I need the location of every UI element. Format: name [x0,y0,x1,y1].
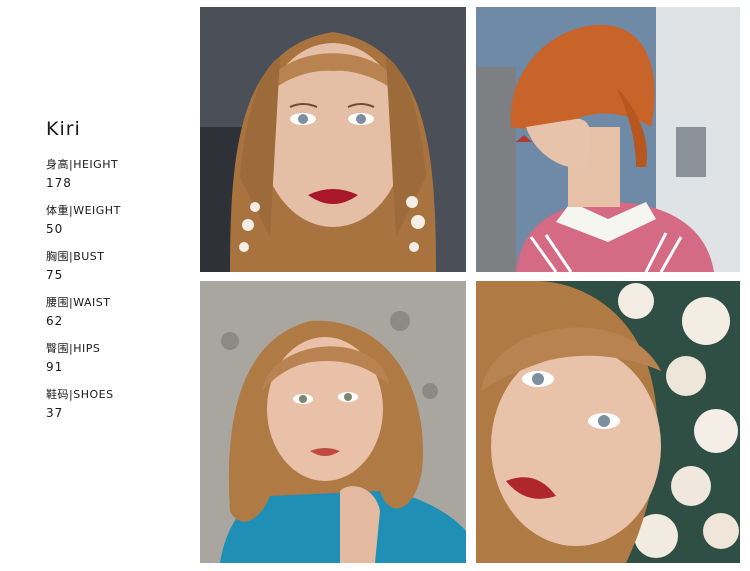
photo-portrait-red-lips [200,7,466,272]
stat-label: 臀围|HIPS [46,342,101,355]
stat-value: 37 [46,406,64,420]
stat-value: 91 [46,360,64,374]
stat-label: 身高|HEIGHT [46,158,119,171]
stat-label: 体重|WEIGHT [46,204,121,217]
stat-value: 62 [46,314,64,328]
stat-label: 鞋码|SHOES [46,388,114,401]
stat-shoes: 鞋码|SHOES 37 [46,388,186,420]
stat-value: 50 [46,222,64,236]
stat-value: 178 [46,176,72,190]
model-name: Kiri [46,118,81,140]
stat-bust: 胸围|BUST 75 [46,250,186,282]
stat-label: 腰围|WAIST [46,296,111,309]
model-profile: Kiri 身高|HEIGHT 178 体重|WEIGHT 50 胸围|BUST … [46,118,186,434]
photo-portrait-profile [476,7,740,272]
stat-label: 胸围|BUST [46,250,105,263]
stat-value: 75 [46,268,64,282]
photo-portrait-blue-top [200,281,466,563]
stat-waist: 腰围|WAIST 62 [46,296,186,328]
stat-height: 身高|HEIGHT 178 [46,158,186,190]
stat-weight: 体重|WEIGHT 50 [46,204,186,236]
stat-hips: 臀围|HIPS 91 [46,342,186,374]
photo-portrait-closeup-flowers [476,281,740,563]
